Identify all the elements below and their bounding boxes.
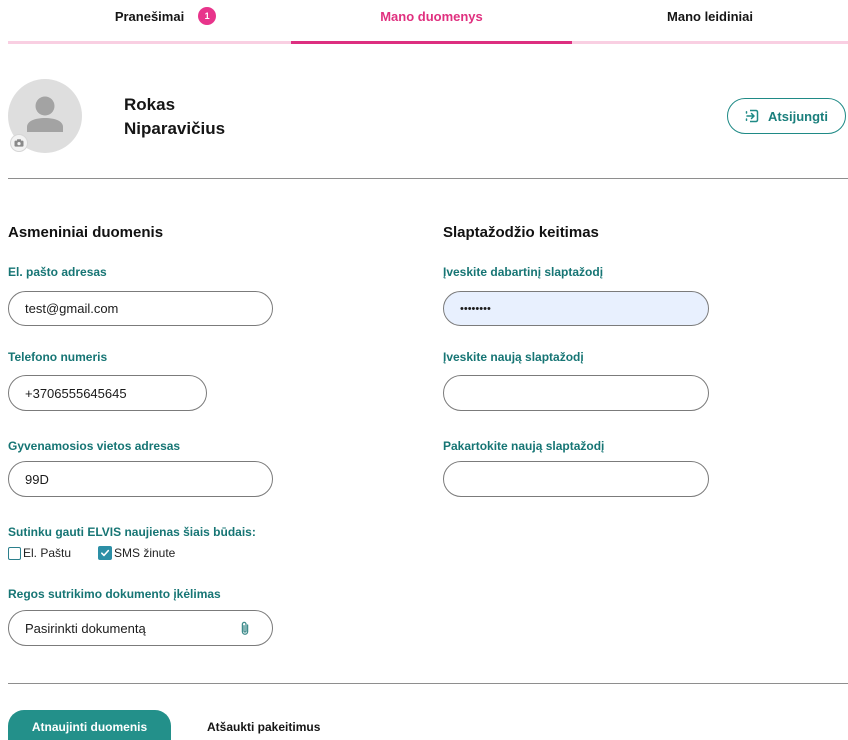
- tab-my-publications[interactable]: Mano leidiniai: [572, 0, 848, 32]
- email-checkbox[interactable]: [8, 546, 21, 560]
- current-password-label: Įveskite dabartinį slaptažodį: [443, 265, 604, 279]
- active-tab-indicator: [291, 41, 572, 44]
- update-data-label: Atnaujinti duomenis: [31, 720, 148, 734]
- document-upload-field[interactable]: Pasirinkti dokumentą: [8, 610, 273, 646]
- notification-badge: 1: [198, 7, 217, 25]
- consent-sms-option[interactable]: SMS žinute: [98, 545, 175, 561]
- current-password-field[interactable]: [443, 291, 709, 326]
- newsletter-consent-label: Sutinku gauti ELVIS naujienas šiais būda…: [8, 525, 256, 539]
- email-label: El. pašto adresas: [8, 265, 107, 279]
- tab-notifications[interactable]: Pranešimai 1: [8, 0, 291, 32]
- address-label: Gyvenamosios vietos adresas: [8, 439, 181, 453]
- avatar-upload-button[interactable]: [10, 134, 28, 152]
- check-icon: [101, 549, 110, 557]
- profile-divider: [8, 178, 848, 179]
- email-option-label: El. Paštu: [23, 546, 72, 560]
- phone-label: Telefono numeris: [8, 350, 108, 364]
- camera-icon: [14, 139, 24, 147]
- user-name: Rokas Niparavičius: [124, 93, 225, 141]
- logout-icon: [745, 109, 759, 123]
- phone-field[interactable]: [8, 375, 207, 411]
- tab-my-data[interactable]: Mano duomenys: [291, 0, 572, 32]
- logout-label: Atsijungti: [768, 108, 828, 124]
- new-password-label: Įveskite naują slaptažodį: [443, 350, 584, 364]
- first-name: Rokas: [124, 95, 176, 114]
- document-upload-text: Pasirinkti dokumentą: [25, 620, 146, 636]
- document-upload-label: Regos sutrikimo dokumento įkėlimas: [8, 587, 221, 601]
- sms-option-label: SMS žinute: [114, 546, 176, 560]
- avatar[interactable]: [8, 79, 82, 153]
- paperclip-icon: [241, 621, 249, 635]
- tab-notifications-label: Pranešimai: [114, 8, 185, 24]
- consent-email-option[interactable]: El. Paštu: [8, 545, 71, 561]
- repeat-password-label: Pakartokite naują slaptažodį: [443, 439, 605, 453]
- password-change-heading: Slaptažodžio keitimas: [443, 224, 599, 241]
- logout-button[interactable]: Atsijungti: [727, 98, 846, 134]
- address-field[interactable]: [8, 461, 273, 497]
- cancel-changes-button[interactable]: Atšaukti pakeitimus: [207, 720, 320, 734]
- last-name: Niparavičius: [124, 119, 226, 138]
- tab-my-publications-label: Mano leidiniai: [667, 8, 753, 24]
- repeat-password-field[interactable]: [443, 461, 709, 497]
- personal-data-heading: Asmeniniai duomenis: [8, 224, 164, 241]
- email-field[interactable]: [8, 291, 273, 326]
- update-data-button[interactable]: Atnaujinti duomenis: [8, 710, 171, 740]
- tab-my-data-label: Mano duomenys: [380, 8, 483, 24]
- tab-label: Pranešimai 1: [114, 7, 217, 25]
- new-password-field[interactable]: [443, 375, 709, 411]
- sms-checkbox[interactable]: [98, 546, 112, 560]
- actions-divider: [8, 683, 848, 684]
